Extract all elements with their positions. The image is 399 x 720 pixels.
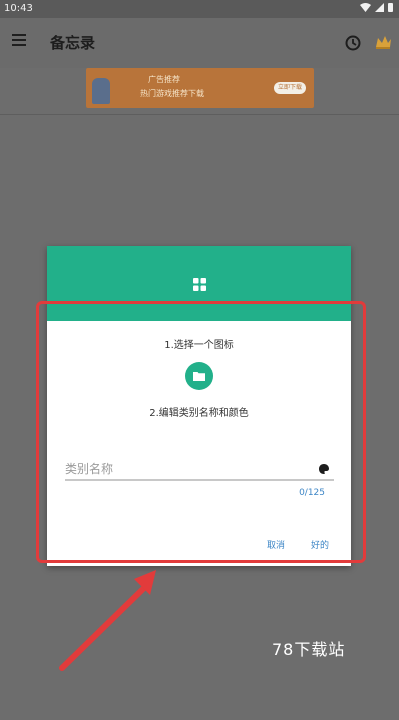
history-icon[interactable] <box>344 34 362 52</box>
ad-download-button[interactable]: 立即下载 <box>274 82 306 94</box>
watermark: 78下载站 <box>272 640 346 659</box>
crown-icon[interactable] <box>374 33 392 51</box>
ad-image <box>92 78 110 104</box>
ad-divider <box>0 114 399 115</box>
app-bar: 备忘录 <box>0 18 399 68</box>
highlight-box <box>36 301 366 563</box>
menu-icon[interactable] <box>12 34 26 46</box>
status-icons <box>360 3 393 12</box>
signal-icon <box>375 3 384 12</box>
ad-banner[interactable]: 广告推荐 热门游戏推荐下载 立即下载 <box>86 68 314 108</box>
battery-icon <box>388 3 393 12</box>
wifi-icon <box>360 3 371 12</box>
ad-subtitle: 热门游戏推荐下载 <box>140 89 204 98</box>
status-time: 10:43 <box>4 3 33 14</box>
app-title: 备忘录 <box>50 34 96 52</box>
ad-title: 广告推荐 <box>148 75 180 84</box>
status-bar: 10:43 <box>0 0 399 18</box>
grid-icon <box>193 278 206 291</box>
